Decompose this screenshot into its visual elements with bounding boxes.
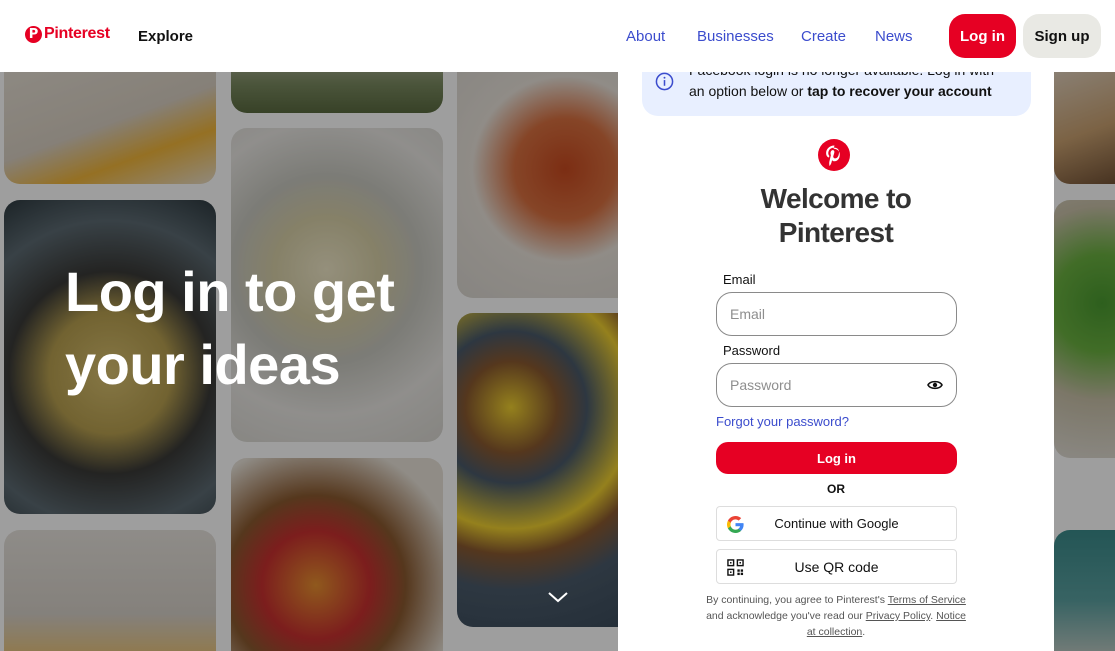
pinterest-p-icon bbox=[818, 139, 850, 171]
chevron-down-icon[interactable] bbox=[546, 587, 570, 607]
login-panel: Facebook login is no longer available. L… bbox=[618, 0, 1054, 651]
qr-code-icon bbox=[727, 559, 744, 576]
recover-account-link[interactable]: tap to recover your account bbox=[807, 83, 991, 99]
google-icon bbox=[727, 516, 744, 533]
nav-news[interactable]: News bbox=[875, 28, 913, 45]
forgot-password-link[interactable]: Forgot your password? bbox=[716, 414, 849, 429]
email-field[interactable] bbox=[730, 303, 920, 325]
banner-text-line2: an option below or bbox=[689, 83, 808, 99]
privacy-policy-link[interactable]: Privacy Policy bbox=[866, 610, 931, 622]
login-button[interactable]: Log in bbox=[716, 442, 957, 474]
password-field[interactable] bbox=[730, 374, 920, 396]
legal-middle: and acknowledge you've read our bbox=[706, 610, 866, 622]
hero-heading: Log in to get your ideas bbox=[65, 255, 485, 401]
continue-with-google-button[interactable]: Continue with Google bbox=[716, 506, 957, 541]
nav-about[interactable]: About bbox=[626, 28, 665, 45]
pinterest-logo[interactable]: P Pinterest bbox=[25, 25, 110, 43]
welcome-title-line1: Welcome to bbox=[760, 183, 912, 214]
nav-create[interactable]: Create bbox=[801, 28, 846, 45]
explore-link[interactable]: Explore bbox=[138, 28, 193, 45]
terms-of-service-link[interactable]: Terms of Service bbox=[888, 594, 966, 606]
welcome-title-line2: Pinterest bbox=[778, 217, 894, 248]
legal-text: By continuing, you agree to Pinterest's … bbox=[706, 592, 966, 640]
hero-line-1: Log in to get bbox=[65, 260, 395, 323]
or-divider: OR bbox=[827, 482, 845, 496]
pinterest-logo-icon: P bbox=[25, 25, 42, 43]
logo-text: Pinterest bbox=[44, 25, 110, 42]
nav-businesses[interactable]: Businesses bbox=[697, 28, 774, 45]
email-field-wrapper bbox=[716, 292, 957, 336]
legal-prefix: By continuing, you agree to Pinterest's bbox=[706, 594, 888, 606]
info-icon bbox=[655, 72, 674, 91]
email-label: Email bbox=[723, 272, 756, 287]
header-signup-button[interactable]: Sign up bbox=[1023, 14, 1101, 58]
use-qr-code-button[interactable]: Use QR code bbox=[716, 549, 957, 584]
top-header: P Pinterest Explore About Businesses Cre… bbox=[0, 0, 1115, 72]
eye-icon[interactable] bbox=[927, 378, 943, 392]
header-login-button[interactable]: Log in bbox=[949, 14, 1016, 58]
qr-button-label: Use QR code bbox=[794, 558, 879, 575]
password-field-wrapper bbox=[716, 363, 957, 407]
welcome-title: Welcome to Pinterest bbox=[618, 182, 1054, 250]
password-label: Password bbox=[723, 343, 781, 358]
legal-suffix: . bbox=[862, 626, 866, 638]
google-button-label: Continue with Google bbox=[774, 516, 899, 531]
hero-line-2: your ideas bbox=[65, 333, 341, 396]
